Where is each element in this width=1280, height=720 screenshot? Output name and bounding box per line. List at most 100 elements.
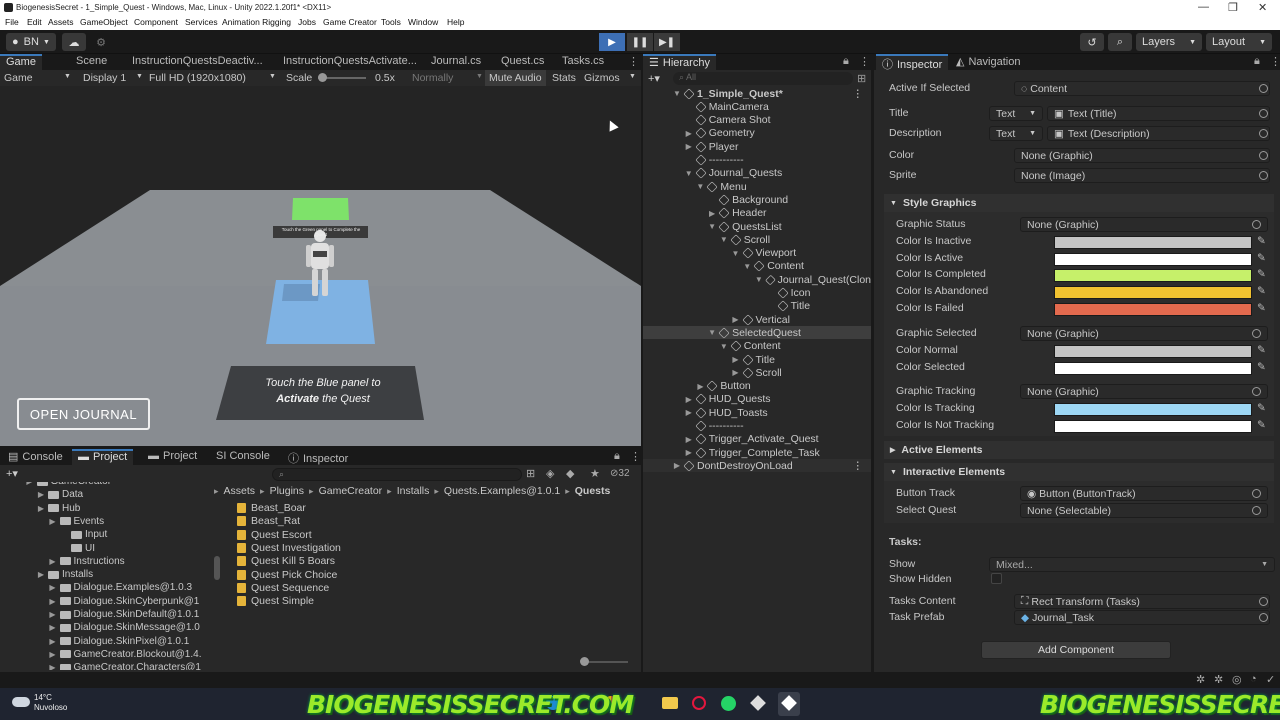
- menu-assets[interactable]: Assets: [48, 17, 74, 27]
- more-options-icon[interactable]: ⋮: [622, 54, 645, 70]
- color-swatch[interactable]: [1054, 345, 1252, 358]
- menu-gameobject[interactable]: GameObject: [80, 17, 128, 27]
- unity-hub-icon[interactable]: [750, 695, 766, 711]
- cloud-icon[interactable]: ☁: [62, 33, 86, 51]
- favorite-icon[interactable]: ★: [590, 467, 600, 480]
- hierarchy-row[interactable]: ▶ Geometry: [643, 127, 871, 140]
- hierarchy-row[interactable]: ▶ Header: [643, 207, 871, 220]
- hierarchy-row[interactable]: Background: [643, 193, 871, 206]
- weather-widget[interactable]: 14°C Nuvoloso: [34, 693, 67, 713]
- tree-scrollbar[interactable]: [214, 556, 220, 580]
- hierarchy-row[interactable]: ▶ Title: [643, 353, 871, 366]
- object-picker-icon[interactable]: [1259, 84, 1268, 93]
- hierarchy-row[interactable]: ▶ HUD_Quests: [643, 393, 871, 406]
- project-folder-row[interactable]: ▶ GameCreator: [0, 482, 111, 487]
- eyedropper-icon[interactable]: ✎: [1257, 402, 1266, 414]
- breadcrumb-item[interactable]: Plugins: [270, 485, 304, 497]
- object-picker-icon[interactable]: [1252, 220, 1261, 229]
- menu-animation-rigging[interactable]: Animation Rigging: [222, 17, 291, 27]
- tab-tasks-cs[interactable]: Tasks.cs: [556, 54, 610, 70]
- hierarchy-row[interactable]: ▼ Content: [643, 340, 871, 353]
- project-folder-row[interactable]: ▶ GameCreator.Characters@1: [0, 662, 201, 670]
- active-elements-section[interactable]: ▶ Active Elements: [884, 441, 1274, 459]
- object-picker-icon[interactable]: [1259, 597, 1268, 606]
- menu-tools[interactable]: Tools: [381, 17, 401, 27]
- more-options-icon[interactable]: ⋮: [853, 460, 864, 472]
- close-icon[interactable]: ✕: [1258, 1, 1267, 14]
- open-journal-button[interactable]: OPEN JOURNAL: [17, 398, 150, 430]
- chevron-down-icon[interactable]: ▼: [720, 235, 728, 244]
- chevron-right-icon[interactable]: ▶: [696, 382, 704, 391]
- color-swatch[interactable]: [1054, 286, 1252, 300]
- chevron-icon[interactable]: ▶: [49, 663, 57, 670]
- stats-toggle[interactable]: Stats: [552, 72, 576, 84]
- color-swatch[interactable]: [1054, 252, 1252, 266]
- file-explorer-icon[interactable]: [662, 697, 678, 709]
- add-icon[interactable]: +▾: [6, 467, 18, 480]
- tag-icon[interactable]: ◆: [566, 467, 574, 480]
- maximize-icon[interactable]: ❐: [1228, 1, 1238, 14]
- tab-scene[interactable]: Scene: [70, 54, 113, 70]
- sprite-field[interactable]: None (Image): [1014, 168, 1270, 183]
- chevron-down-icon[interactable]: ▼: [720, 342, 728, 351]
- project-file-row[interactable]: Quest Simple: [237, 595, 314, 607]
- eyedropper-icon[interactable]: ✎: [1257, 419, 1266, 431]
- hierarchy-row[interactable]: MainCamera: [643, 100, 871, 113]
- more-options-icon[interactable]: ⋮: [853, 88, 864, 100]
- tab-instruction-activate[interactable]: InstructionQuestsActivate...: [277, 54, 423, 70]
- menu-window[interactable]: Window: [408, 17, 438, 27]
- hierarchy-row[interactable]: ▶ Vertical: [643, 313, 871, 326]
- eyedropper-icon[interactable]: ✎: [1257, 252, 1266, 264]
- project-folder-row[interactable]: ▶ Dialogue.Examples@1.0.3: [0, 582, 192, 593]
- chevron-down-icon[interactable]: ▼: [673, 89, 681, 98]
- title-field[interactable]: ▣ Text (Title): [1047, 106, 1270, 121]
- project-folder-row[interactable]: UI: [0, 543, 95, 554]
- breadcrumb-item[interactable]: GameCreator: [319, 485, 383, 497]
- hidden-count-icon[interactable]: ⊘32: [610, 468, 630, 479]
- show-dropdown[interactable]: Mixed... ▼: [989, 557, 1275, 572]
- scene-visibility-icon[interactable]: ⊞: [857, 72, 866, 85]
- object-picker-icon[interactable]: [1259, 109, 1268, 118]
- object-picker-icon[interactable]: [1252, 329, 1261, 338]
- select-quest-field[interactable]: None (Selectable): [1020, 503, 1268, 518]
- breadcrumb-item[interactable]: Assets: [224, 485, 256, 497]
- filter-type-icon[interactable]: ⊞: [526, 467, 535, 480]
- pause-button[interactable]: ❚❚: [627, 33, 653, 51]
- eyedropper-icon[interactable]: ✎: [1257, 268, 1266, 280]
- active-if-selected-field[interactable]: ◌ Content: [1014, 81, 1270, 96]
- chevron-right-icon[interactable]: ▶: [732, 315, 740, 324]
- project-folder-row[interactable]: ▶ Data: [0, 489, 83, 500]
- menu-services[interactable]: Services: [185, 17, 218, 27]
- hierarchy-row[interactable]: ▼ Viewport: [643, 247, 871, 260]
- chevron-down-icon[interactable]: ▼: [743, 262, 751, 271]
- project-file-row[interactable]: Beast_Boar: [237, 502, 306, 514]
- chevron-down-icon[interactable]: ▼: [696, 182, 704, 191]
- whatsapp-icon[interactable]: [721, 696, 736, 711]
- minimize-icon[interactable]: —: [1198, 1, 1209, 13]
- hierarchy-row[interactable]: Title: [643, 300, 871, 313]
- color-swatch[interactable]: [1054, 269, 1252, 283]
- chevron-down-icon[interactable]: ▼: [708, 222, 716, 231]
- hierarchy-row[interactable]: ▶ Trigger_Complete_Task: [643, 446, 871, 459]
- chevron-right-icon[interactable]: ▶: [685, 129, 693, 138]
- chevron-icon[interactable]: ▶: [49, 637, 57, 646]
- chevron-icon[interactable]: ▶: [37, 504, 45, 513]
- eyedropper-icon[interactable]: ✎: [1257, 344, 1266, 356]
- hierarchy-row[interactable]: ▼ 1_Simple_Quest* ⋮: [643, 87, 871, 100]
- scale-slider-handle[interactable]: [318, 73, 327, 82]
- bug-icon[interactable]: ✲: [1214, 673, 1223, 686]
- button-track-field[interactable]: ◉ Button (ButtonTrack): [1020, 486, 1268, 501]
- tab-inspector-2[interactable]: ⓘ Inspector: [282, 449, 354, 465]
- project-folder-row[interactable]: ▶ Dialogue.SkinDefault@1.0.1: [0, 609, 199, 620]
- breadcrumb-item[interactable]: Installs: [397, 485, 430, 497]
- lighting-icon[interactable]: ◎: [1232, 673, 1242, 686]
- tab-instruction-deactivate[interactable]: InstructionQuestsDeactiv...: [126, 54, 269, 70]
- step-button[interactable]: ▶❚: [654, 33, 680, 51]
- tab-quest-cs[interactable]: Quest.cs: [495, 54, 550, 70]
- project-folder-row[interactable]: ▶ Dialogue.SkinMessage@1.0: [0, 622, 199, 633]
- tab-console[interactable]: ▤ Console: [2, 449, 69, 465]
- project-folder-row[interactable]: ▶ GameCreator.Blockout@1.4.: [0, 649, 201, 660]
- layout-dropdown[interactable]: Layout ▼: [1206, 33, 1272, 51]
- project-file-row[interactable]: Quest Sequence: [237, 582, 329, 594]
- color-swatch[interactable]: [1054, 419, 1252, 433]
